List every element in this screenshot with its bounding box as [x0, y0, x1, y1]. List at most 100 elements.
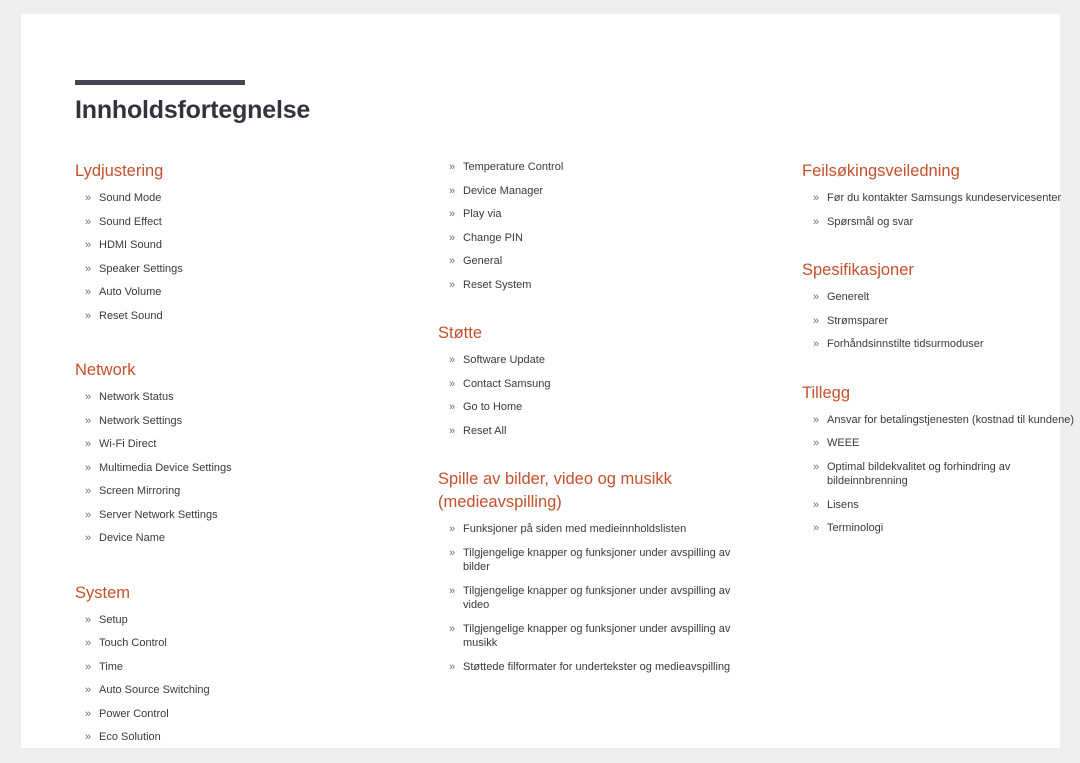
toc-entry[interactable]: » Screen Mirroring	[75, 484, 375, 499]
bullet-marker-icon: »	[449, 401, 456, 413]
toc-column-right: Feilsøkingsveiledning » Før du kontakter S…	[802, 160, 1080, 545]
bullet-marker-icon: »	[813, 498, 820, 511]
toc-entry[interactable]: » Tilgjengelige knapper og funksjoner und…	[438, 584, 738, 613]
toc-entry[interactable]: » Network Status	[75, 390, 375, 405]
toc-entry[interactable]: » Network Settings	[75, 414, 375, 429]
toc-section-heading[interactable]: Støtte	[438, 322, 738, 345]
toc-section: Støtte » Software Update » Contact Samsung » G…	[438, 322, 738, 438]
toc-entry-label: HDMI Sound	[99, 239, 162, 251]
toc-entry[interactable]: » Device Name	[75, 531, 375, 546]
toc-entry-label: Sound Effect	[99, 215, 162, 228]
toc-entry[interactable]: » Device Manager	[438, 184, 738, 199]
toc-entry[interactable]: » Lisens	[802, 498, 1080, 513]
toc-entry-label: Reset All	[463, 424, 507, 437]
bullet-marker-icon: »	[449, 354, 456, 366]
toc-section: Tillegg » Ansvar for betalingstjenesten (k…	[802, 382, 1080, 536]
bullet-marker-icon: »	[85, 391, 92, 403]
toc-entry[interactable]: » Power Control	[75, 707, 375, 722]
toc-entry-label: Server Network Settings	[99, 508, 218, 521]
toc-entry[interactable]: » Change PIN	[438, 231, 738, 246]
toc-entry-label: Funksjoner på siden med medieinnholdslis…	[463, 523, 687, 535]
toc-entry[interactable]: » WEEE	[802, 436, 1080, 451]
toc-section: Lydjustering » Sound Mode » Sound Effect » HDM…	[75, 160, 375, 323]
toc-entry[interactable]: » Funksjoner på siden med medieinnholdsli…	[438, 522, 738, 537]
toc-entry[interactable]: » Optimal bildekvalitet og forhindring av…	[802, 460, 1080, 489]
toc-entry[interactable]: » Terminologi	[802, 521, 1080, 536]
bullet-marker-icon: »	[813, 192, 820, 204]
toc-entry[interactable]: » Ansvar for betalingstjenesten (kostnad …	[802, 413, 1080, 428]
toc-entry-label: WEEE	[827, 437, 860, 449]
bullet-marker-icon: »	[85, 239, 92, 251]
bullet-marker-icon: »	[813, 413, 820, 426]
toc-section-heading[interactable]: Feilsøkingsveiledning	[802, 160, 1080, 183]
toc-entry[interactable]: » Auto Volume	[75, 285, 375, 300]
bullet-marker-icon: »	[449, 184, 456, 197]
toc-entry[interactable]: » Contact Samsung	[438, 377, 738, 392]
toc-entry-label: Software Update	[463, 354, 545, 366]
toc-entry[interactable]: » Time	[75, 660, 375, 675]
bullet-marker-icon: »	[85, 192, 92, 204]
toc-entry-label: Play via	[463, 208, 502, 220]
toc-section-heading[interactable]: System	[75, 582, 375, 605]
toc-section: Spesifikasjoner » Generelt » Strømsparer » For…	[802, 259, 1080, 352]
toc-entry-label: Device Name	[99, 532, 166, 544]
toc-entry[interactable]: » Reset Sound	[75, 309, 375, 324]
toc-entry[interactable]: » Reset All	[438, 424, 738, 439]
toc-entry[interactable]: » Multimedia Device Settings	[75, 461, 375, 476]
bullet-marker-icon: »	[85, 707, 92, 720]
toc-entry-label: Spørsmål og svar	[827, 215, 914, 228]
bullet-marker-icon: »	[449, 546, 456, 559]
bullet-marker-icon: »	[813, 460, 820, 473]
bullet-marker-icon: »	[813, 437, 820, 449]
toc-entry[interactable]: » Server Network Settings	[75, 508, 375, 523]
toc-entry[interactable]: » Strømsparer	[802, 314, 1080, 329]
toc-entry[interactable]: » Generelt	[802, 290, 1080, 305]
toc-entry[interactable]: » Auto Source Switching	[75, 683, 375, 698]
toc-entry[interactable]: » Wi-Fi Direct	[75, 437, 375, 452]
bullet-marker-icon: »	[449, 523, 456, 535]
bullet-marker-icon: »	[85, 286, 92, 298]
bullet-marker-icon: »	[85, 684, 92, 696]
toc-entry-list: » Temperature Control » Device Manager » Play…	[438, 160, 738, 292]
toc-section-heading[interactable]: Lydjustering	[75, 160, 375, 183]
toc-entry[interactable]: » Tilgjengelige knapper og funksjoner und…	[438, 546, 738, 575]
toc-entry[interactable]: » Før du kontakter Samsungs kundeservices…	[802, 191, 1080, 206]
toc-entry-label: Tilgjengelige knapper og funksjoner unde…	[463, 584, 731, 612]
toc-entry[interactable]: » Sound Effect	[75, 215, 375, 230]
toc-entry-list: » Funksjoner på siden med medieinnholdsli…	[438, 522, 738, 674]
toc-entry[interactable]: » Reset System	[438, 278, 738, 293]
bullet-marker-icon: »	[449, 231, 456, 244]
toc-section: Spille av bilder, video og musikk (medie…	[438, 468, 738, 674]
toc-entry[interactable]: » Forhåndsinnstilte tidsurmoduser	[802, 337, 1080, 352]
toc-entry-label: Time	[99, 660, 124, 673]
toc-entry[interactable]: » Software Update	[438, 353, 738, 368]
toc-entry[interactable]: » Speaker Settings	[75, 262, 375, 277]
toc-entry-label: Multimedia Device Settings	[99, 461, 232, 474]
toc-section-heading[interactable]: Network	[75, 359, 375, 382]
toc-entry[interactable]: » Temperature Control	[438, 160, 738, 175]
bullet-marker-icon: »	[85, 660, 92, 673]
bullet-marker-icon: »	[85, 731, 92, 743]
toc-entry[interactable]: » Eco Solution	[75, 730, 375, 745]
toc-entry[interactable]: » General	[438, 254, 738, 269]
toc-entry[interactable]: » Tilgjengelige knapper og funksjoner und…	[438, 622, 738, 651]
toc-entry-label: Optimal bildekvalitet og forhindring av …	[827, 460, 1011, 488]
toc-entry-label: Power Control	[99, 707, 169, 720]
toc-entry-label: Terminologi	[827, 522, 884, 534]
toc-entry-label: Generelt	[827, 291, 870, 303]
toc-entry-label: Screen Mirroring	[99, 485, 181, 497]
toc-entry-label: Speaker Settings	[99, 262, 183, 275]
toc-entry[interactable]: » Touch Control	[75, 636, 375, 651]
toc-entry[interactable]: » Støttede filformater for undertekster o…	[438, 660, 738, 675]
toc-entry[interactable]: » HDMI Sound	[75, 238, 375, 253]
toc-entry[interactable]: » Setup	[75, 613, 375, 628]
toc-section-heading[interactable]: Spille av bilder, video og musikk (medie…	[438, 468, 738, 514]
toc-section-heading[interactable]: Tillegg	[802, 382, 1080, 405]
toc-entry[interactable]: » Go to Home	[438, 400, 738, 415]
toc-entry[interactable]: » Spørsmål og svar	[802, 215, 1080, 230]
bullet-marker-icon: »	[85, 637, 92, 649]
toc-entry[interactable]: » Play via	[438, 207, 738, 222]
toc-entry[interactable]: » Sound Mode	[75, 191, 375, 206]
bullet-marker-icon: »	[85, 532, 92, 544]
toc-section-heading[interactable]: Spesifikasjoner	[802, 259, 1080, 282]
